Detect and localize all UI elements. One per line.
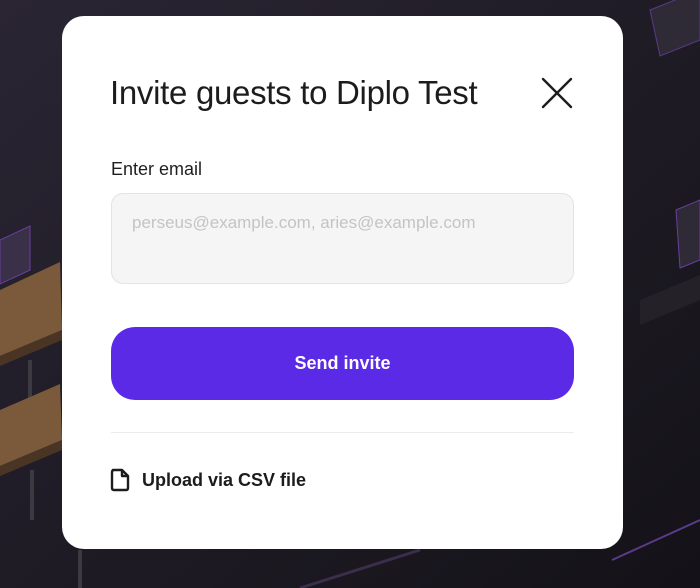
email-field-label: Enter email xyxy=(111,159,203,179)
close-icon xyxy=(541,77,573,109)
divider xyxy=(111,432,574,433)
close-button[interactable] xyxy=(539,75,575,111)
upload-csv-label: Upload via CSV file xyxy=(142,469,307,490)
modal-title: Invite guests to Diplo Test xyxy=(110,74,478,111)
upload-csv-link[interactable]: Upload via CSV file xyxy=(110,468,306,492)
send-invite-button[interactable]: Send invite xyxy=(111,327,574,400)
file-icon xyxy=(110,468,130,492)
email-input[interactable] xyxy=(111,193,574,284)
invite-guests-modal: Invite guests to Diplo Test Enter email … xyxy=(62,16,623,549)
